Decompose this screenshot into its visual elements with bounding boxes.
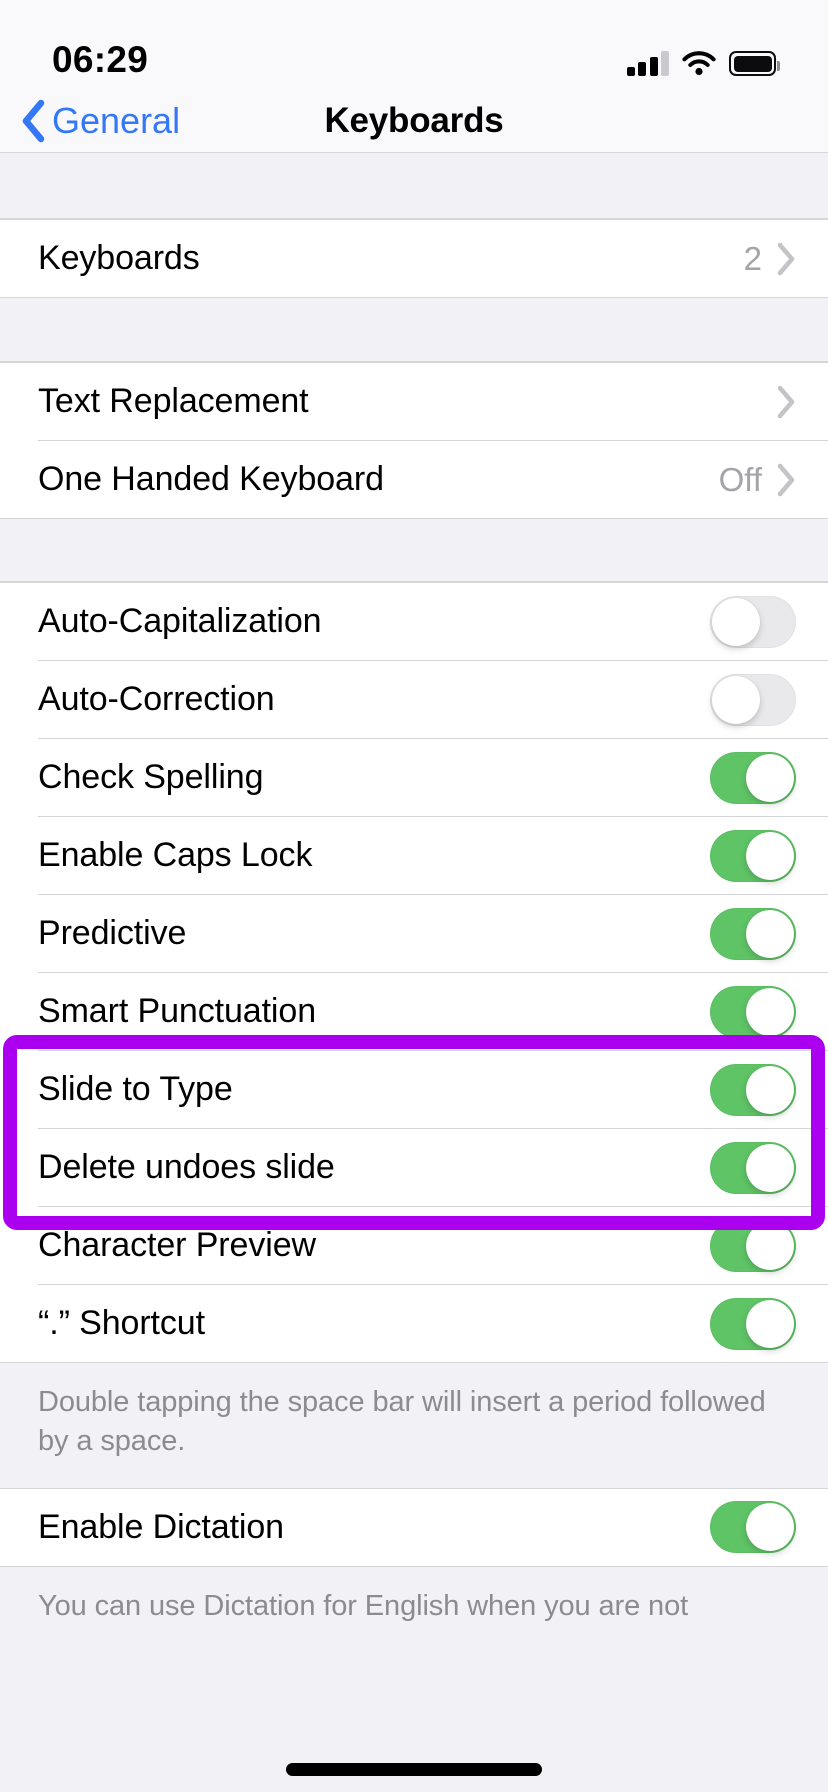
row-predictive[interactable]: Predictive bbox=[0, 895, 828, 972]
row-value-keyboards-count: 2 bbox=[743, 239, 762, 277]
typing-options-section: Auto-Capitalization Auto-Correction Chec… bbox=[0, 582, 828, 1363]
row-enable-caps-lock[interactable]: Enable Caps Lock bbox=[0, 817, 828, 894]
row-label: Enable Caps Lock bbox=[38, 836, 313, 874]
row-label: Enable Dictation bbox=[38, 1507, 284, 1546]
signal-bars-icon bbox=[626, 50, 669, 76]
row-label: Smart Punctuation bbox=[38, 992, 317, 1030]
row-enable-dictation[interactable]: Enable Dictation bbox=[0, 1488, 828, 1566]
row-text-replacement[interactable]: Text Replacement bbox=[0, 363, 828, 440]
text-section: Text Replacement One Handed Keyboard Off bbox=[0, 362, 828, 519]
section-spacer-1 bbox=[0, 153, 828, 219]
home-indicator[interactable] bbox=[286, 1763, 542, 1776]
toggle-enable-dictation[interactable] bbox=[710, 1501, 796, 1554]
status-bar-indicators bbox=[626, 50, 780, 82]
row-label: One Handed Keyboard bbox=[38, 460, 384, 498]
row-one-handed-keyboard[interactable]: One Handed Keyboard Off bbox=[0, 441, 828, 518]
row-smart-punctuation[interactable]: Smart Punctuation bbox=[0, 973, 828, 1050]
row-character-preview[interactable]: Character Preview bbox=[0, 1207, 828, 1284]
row-label: Auto-Capitalization bbox=[38, 602, 322, 640]
row-label: Keyboards bbox=[38, 239, 200, 277]
chevron-right-icon bbox=[777, 385, 795, 418]
keyboards-section: Keyboards 2 bbox=[0, 219, 828, 298]
toggle-auto-correction[interactable] bbox=[710, 673, 796, 726]
toggle-smart-punctuation[interactable] bbox=[710, 985, 796, 1038]
toggle-delete-undoes-slide[interactable] bbox=[710, 1141, 796, 1194]
row-auto-capitalization[interactable]: Auto-Capitalization bbox=[0, 583, 828, 660]
dictation-footer-note: You can use Dictation for English when y… bbox=[0, 1566, 828, 1635]
toggle-character-preview[interactable] bbox=[710, 1219, 796, 1272]
row-delete-undoes-slide[interactable]: Delete undoes slide bbox=[0, 1129, 828, 1206]
row-period-shortcut[interactable]: “.” Shortcut bbox=[0, 1285, 828, 1362]
toggle-auto-capitalization[interactable] bbox=[710, 595, 796, 648]
row-slide-to-type[interactable]: Slide to Type bbox=[0, 1051, 828, 1128]
navigation-bar: General Keyboards bbox=[0, 90, 828, 153]
row-label: Slide to Type bbox=[38, 1070, 233, 1108]
wifi-icon bbox=[682, 51, 716, 76]
row-check-spelling[interactable]: Check Spelling bbox=[0, 739, 828, 816]
row-label: Auto-Correction bbox=[38, 680, 275, 718]
row-label: “.” Shortcut bbox=[38, 1304, 205, 1342]
row-auto-correction[interactable]: Auto-Correction bbox=[0, 661, 828, 738]
row-label: Character Preview bbox=[38, 1226, 316, 1264]
row-value-one-handed-state: Off bbox=[718, 460, 762, 498]
toggle-period-shortcut[interactable] bbox=[710, 1297, 796, 1350]
typing-options-footer-note: Double tapping the space bar will insert… bbox=[0, 1363, 828, 1488]
toggle-check-spelling[interactable] bbox=[710, 751, 796, 804]
page-title: Keyboards bbox=[324, 101, 504, 140]
row-label: Text Replacement bbox=[38, 382, 309, 420]
status-bar: 06:29 bbox=[0, 0, 828, 90]
dictation-section: Enable Dictation bbox=[0, 1487, 828, 1567]
section-spacer-3 bbox=[0, 519, 828, 582]
row-label: Predictive bbox=[38, 914, 187, 952]
chevron-right-icon bbox=[777, 242, 795, 275]
toggle-enable-caps-lock[interactable] bbox=[710, 829, 796, 882]
chevron-right-icon bbox=[777, 463, 795, 496]
toggle-predictive[interactable] bbox=[710, 907, 796, 960]
status-bar-clock: 06:29 bbox=[52, 39, 149, 80]
row-label: Check Spelling bbox=[38, 758, 264, 796]
row-keyboards[interactable]: Keyboards 2 bbox=[0, 220, 828, 297]
section-spacer-2 bbox=[0, 298, 828, 362]
iphone-screen: 06:29 General Keyboards Keyboards 2 Text… bbox=[0, 0, 828, 1792]
row-label: Delete undoes slide bbox=[38, 1148, 335, 1186]
toggle-slide-to-type[interactable] bbox=[710, 1063, 796, 1116]
battery-full-icon bbox=[729, 51, 780, 76]
